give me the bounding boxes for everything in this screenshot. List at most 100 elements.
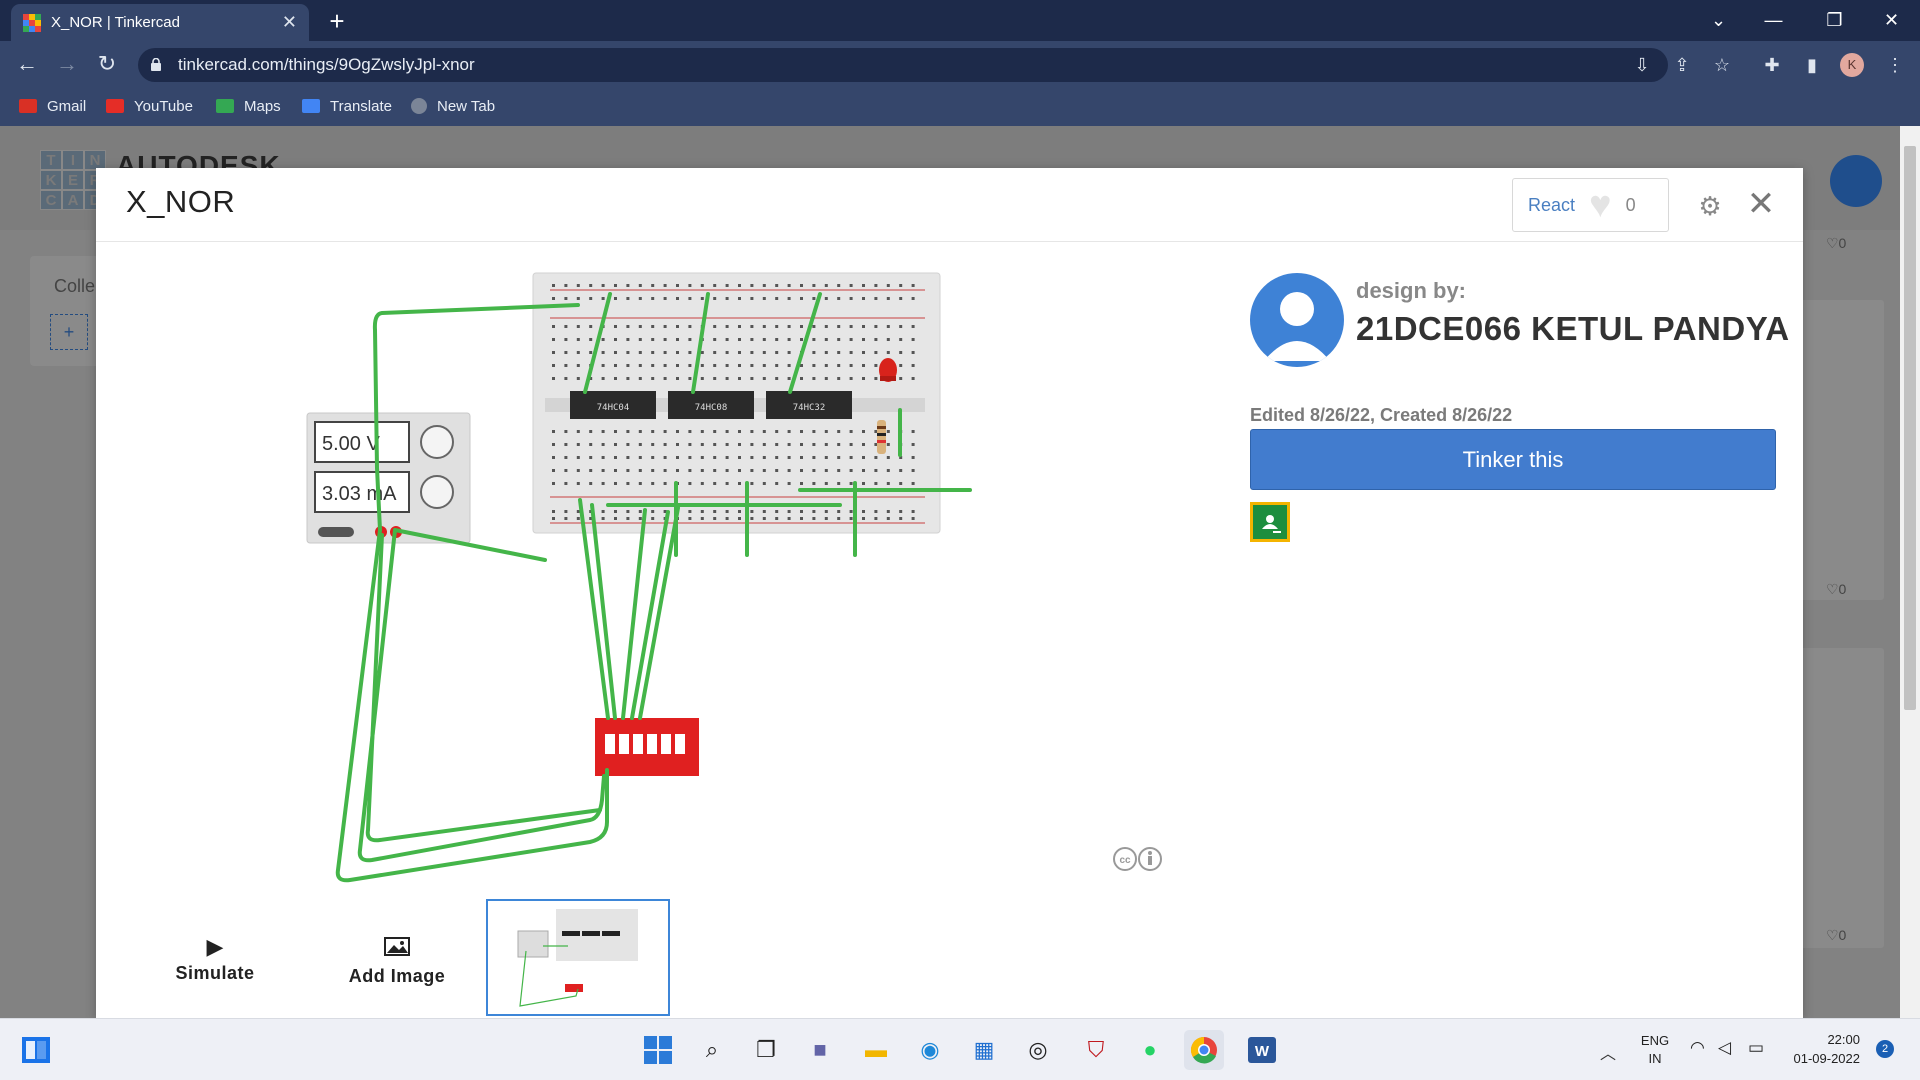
edge-icon[interactable]: ◉ xyxy=(910,1030,950,1070)
breadboard-hole xyxy=(911,338,915,341)
design-card[interactable] xyxy=(1796,648,1884,948)
teams-chat-icon[interactable]: ■ xyxy=(800,1030,840,1070)
search-icon[interactable]: ⌕ xyxy=(692,1030,732,1070)
breadboard-hole xyxy=(725,510,729,513)
simulate-button[interactable]: ▶ Simulate xyxy=(160,935,270,995)
install-icon[interactable]: ⇩ xyxy=(1627,50,1657,80)
bookmark-translate[interactable]: Translate xyxy=(302,94,392,118)
image-icon xyxy=(384,937,410,956)
breadboard-hole xyxy=(700,517,704,520)
breadboard-hole xyxy=(626,482,630,485)
forward-arrow-icon[interactable]: → xyxy=(52,49,82,79)
breadboard-hole xyxy=(837,482,841,485)
wifi-icon[interactable]: ◠ xyxy=(1690,1038,1705,1058)
back-arrow-icon[interactable]: ← xyxy=(12,49,42,79)
word-icon[interactable]: W xyxy=(1242,1030,1282,1070)
breadboard-hole xyxy=(713,482,717,485)
breadboard-hole xyxy=(576,377,580,380)
restore-button[interactable]: ❐ xyxy=(1807,0,1862,41)
language-indicator[interactable]: ENG IN xyxy=(1638,1032,1672,1068)
extensions-puzzle-icon[interactable]: ✚ xyxy=(1757,50,1787,80)
breadboard-hole xyxy=(713,456,717,459)
bookmark-gmail[interactable]: Gmail xyxy=(19,94,86,118)
breadboard-hole xyxy=(589,482,593,485)
bookmark-star-icon[interactable]: ☆ xyxy=(1707,50,1737,80)
scrollbar-thumb[interactable] xyxy=(1904,146,1916,710)
chevron-up-icon[interactable]: ︿ xyxy=(1600,1040,1616,1064)
store-icon[interactable]: ▦ xyxy=(964,1030,1004,1070)
lock-icon[interactable] xyxy=(150,58,162,71)
widgets-icon[interactable] xyxy=(16,1030,56,1070)
circuit-view[interactable]: 74HC04 74HC08 74HC32 5.00 V 3.03 mA xyxy=(290,270,1050,890)
breadboard-hole xyxy=(601,377,605,380)
bookmark-new-tab[interactable]: New Tab xyxy=(411,94,495,118)
tinker-this-button[interactable]: Tinker this xyxy=(1250,429,1776,490)
profile-avatar[interactable]: K xyxy=(1840,53,1864,77)
breadboard-hole xyxy=(713,297,717,300)
breadboard-hole xyxy=(750,377,754,380)
site-user-avatar[interactable] xyxy=(1830,155,1882,207)
file-explorer-icon[interactable]: ▬ xyxy=(856,1030,896,1070)
tab-close-icon[interactable]: ✕ xyxy=(282,12,297,33)
breadboard-hole xyxy=(700,510,704,513)
breadboard-hole xyxy=(849,482,853,485)
breadboard-hole xyxy=(849,510,853,513)
google-classroom-share-button[interactable] xyxy=(1250,502,1290,542)
reload-icon[interactable]: ↻ xyxy=(92,49,122,79)
side-panel-icon[interactable]: ▮ xyxy=(1797,50,1827,80)
breadboard-hole xyxy=(725,377,729,380)
chrome-icon[interactable] xyxy=(1184,1030,1224,1070)
address-bar[interactable]: tinkercad.com/things/9OgZwslyJpl-xnor xyxy=(138,48,1668,82)
author-name[interactable]: 21DCE066 KETUL PANDYA xyxy=(1356,310,1790,348)
breadboard-hole xyxy=(638,469,642,472)
breadboard-hole xyxy=(886,443,890,446)
breadboard-hole xyxy=(589,351,593,354)
bookmark-maps[interactable]: Maps xyxy=(216,94,281,118)
share-icon[interactable]: ⇪ xyxy=(1667,50,1697,80)
breadboard-hole xyxy=(576,517,580,520)
design-card[interactable] xyxy=(1796,300,1884,600)
breadboard-hole xyxy=(886,351,890,354)
breadboard-hole xyxy=(775,443,779,446)
breadboard-hole xyxy=(775,456,779,459)
design-thumbnail[interactable] xyxy=(486,899,670,1016)
mcafee-icon[interactable]: ⛉ xyxy=(1076,1030,1116,1070)
task-view-icon[interactable]: ❐ xyxy=(746,1030,786,1070)
breadboard-hole xyxy=(725,284,729,287)
breadboard-hole xyxy=(614,364,617,367)
bookmark-youtube[interactable]: YouTube xyxy=(106,94,193,118)
breadboard-hole xyxy=(750,325,754,328)
breadboard-hole xyxy=(750,469,754,472)
breadboard-hole xyxy=(874,325,878,328)
tab-search-chevron-icon[interactable]: ⌄ xyxy=(1691,0,1746,41)
notification-badge[interactable]: 2 xyxy=(1876,1040,1894,1058)
browser-tab[interactable]: X_NOR | Tinkercad ✕ xyxy=(11,4,309,41)
window-close-button[interactable]: ✕ xyxy=(1864,0,1919,41)
breadboard-hole xyxy=(899,517,903,520)
breadboard-hole xyxy=(862,297,865,300)
gear-icon[interactable]: ⚙ xyxy=(1694,190,1726,222)
react-button[interactable]: React ♥ 0 xyxy=(1512,178,1669,232)
breadboard-hole xyxy=(812,377,816,380)
start-icon[interactable] xyxy=(638,1030,678,1070)
author-avatar[interactable] xyxy=(1250,273,1344,367)
clock[interactable]: 22:00 01-09-2022 xyxy=(1786,1030,1861,1068)
close-icon[interactable]: ✕ xyxy=(1745,186,1777,222)
breadboard-hole xyxy=(713,325,717,328)
breadboard-hole xyxy=(738,469,741,472)
breadboard-hole xyxy=(812,364,816,367)
new-tab-button[interactable]: + xyxy=(320,6,354,36)
volume-icon[interactable]: ◁ xyxy=(1718,1038,1731,1058)
dell-icon[interactable]: ◎ xyxy=(1018,1030,1058,1070)
add-image-button[interactable]: Add Image xyxy=(336,935,458,995)
minimize-button[interactable]: — xyxy=(1746,0,1801,41)
whatsapp-icon[interactable]: ● xyxy=(1130,1030,1170,1070)
breadboard-hole xyxy=(552,351,555,354)
add-collection-button[interactable]: + xyxy=(50,314,88,350)
breadboard-hole xyxy=(812,443,816,446)
battery-icon[interactable]: ▭ xyxy=(1748,1038,1764,1058)
browser-menu-icon[interactable]: ⋮ xyxy=(1880,50,1910,80)
breadboard-hole xyxy=(676,456,679,459)
breadboard-hole xyxy=(849,469,853,472)
bookmark-label: Maps xyxy=(244,97,281,115)
